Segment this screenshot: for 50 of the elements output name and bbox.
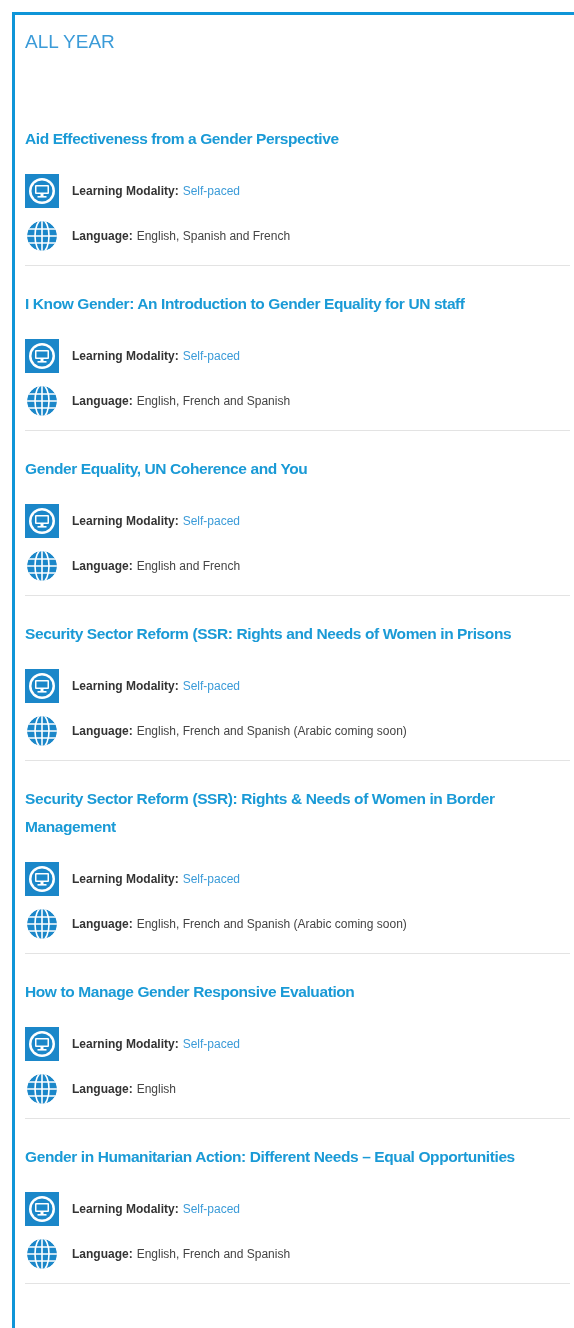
modality-value: Self-paced xyxy=(182,183,241,200)
modality-value: Self-paced xyxy=(182,1036,241,1053)
monitor-icon xyxy=(25,1192,59,1226)
monitor-icon xyxy=(25,504,59,538)
language-value: English, Spanish and French xyxy=(136,228,291,245)
modality-value: Self-paced xyxy=(182,513,241,530)
section-heading: ALL YEAR xyxy=(25,30,116,54)
language-label: Language: xyxy=(72,393,133,410)
course-title-link[interactable]: Gender in Humanitarian Action: Different Needs – Equal Opportunities xyxy=(25,1143,570,1171)
modality-label: Learning Modality: xyxy=(72,183,179,200)
course-title-link[interactable]: Aid Effectiveness from a Gender Perspective xyxy=(25,125,570,153)
language-value: English xyxy=(136,1081,177,1098)
modality-label: Learning Modality: xyxy=(72,871,179,888)
modality-value: Self-paced xyxy=(182,871,241,888)
modality-value: Self-paced xyxy=(182,348,241,365)
monitor-icon xyxy=(25,669,59,703)
monitor-icon xyxy=(25,1027,59,1061)
modality-label: Learning Modality: xyxy=(72,348,179,365)
language-label: Language: xyxy=(72,558,133,575)
globe-icon xyxy=(25,714,59,748)
language-label: Language: xyxy=(72,723,133,740)
course-title-link[interactable]: Security Sector Reform (SSR): Rights & Needs of Women in Border Management xyxy=(25,785,570,841)
modality-value: Self-paced xyxy=(182,1201,241,1218)
language-value: English and French xyxy=(136,558,241,575)
globe-icon xyxy=(25,1237,59,1271)
language-label: Language: xyxy=(72,1081,133,1098)
globe-icon xyxy=(25,219,59,253)
monitor-icon xyxy=(25,862,59,896)
course-title-link[interactable]: Gender Equality, UN Coherence and You xyxy=(25,455,570,483)
modality-label: Learning Modality: xyxy=(72,513,179,530)
language-value: English, French and Spanish xyxy=(136,393,291,410)
monitor-icon xyxy=(25,339,59,373)
language-label: Language: xyxy=(72,228,133,245)
globe-icon xyxy=(25,1072,59,1106)
globe-icon xyxy=(25,549,59,583)
monitor-icon xyxy=(25,174,59,208)
modality-label: Learning Modality: xyxy=(72,678,179,695)
language-label: Language: xyxy=(72,916,133,933)
modality-value: Self-paced xyxy=(182,678,241,695)
language-value: English, French and Spanish (Arabic coming soon) xyxy=(136,723,407,740)
globe-icon xyxy=(25,384,59,418)
course-title-link[interactable]: I Know Gender: An Introduction to Gender Equality for UN staff xyxy=(25,290,570,318)
course-title-link[interactable]: Security Sector Reform (SSR: Rights and Needs of Women in Prisons xyxy=(25,620,570,648)
modality-label: Learning Modality: xyxy=(72,1036,179,1053)
course-title-link[interactable]: How to Manage Gender Responsive Evaluation xyxy=(25,978,570,1006)
globe-icon xyxy=(25,907,59,941)
modality-label: Learning Modality: xyxy=(72,1201,179,1218)
language-value: English, French and Spanish xyxy=(136,1246,291,1263)
language-value: English, French and Spanish (Arabic coming soon) xyxy=(136,916,407,933)
language-label: Language: xyxy=(72,1246,133,1263)
